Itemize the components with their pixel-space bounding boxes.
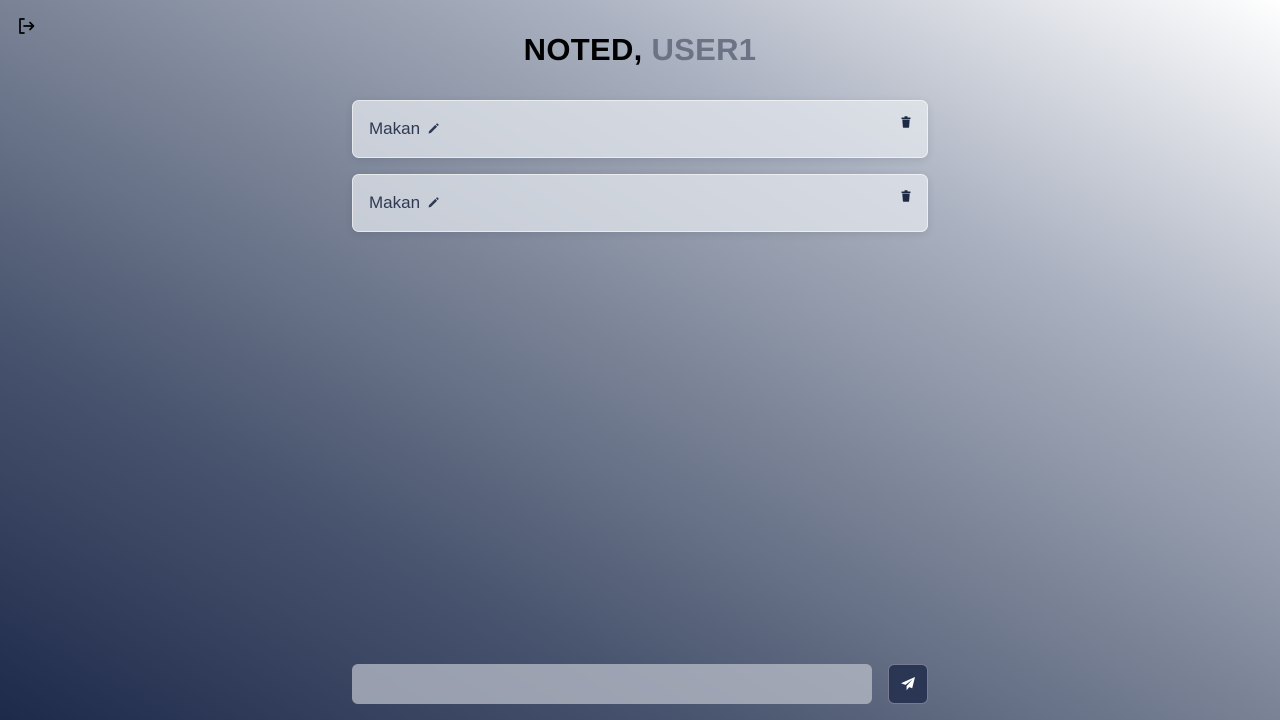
note-item: Makan <box>352 100 928 158</box>
send-button[interactable] <box>888 664 928 704</box>
note-input[interactable] <box>352 664 872 704</box>
trash-icon[interactable] <box>901 190 911 202</box>
note-text: Makan <box>369 193 421 212</box>
trash-icon[interactable] <box>901 116 911 128</box>
note-composer <box>352 664 928 704</box>
paper-plane-icon <box>901 677 915 691</box>
brand-text: NOTED, <box>523 32 643 67</box>
page-title: NOTED, USER1 <box>0 32 1280 68</box>
pencil-icon[interactable] <box>427 197 439 209</box>
pencil-icon[interactable] <box>427 123 439 135</box>
notes-list: Makan Makan <box>352 100 928 248</box>
note-text: Makan <box>369 119 421 138</box>
note-item: Makan <box>352 174 928 232</box>
username-text: USER1 <box>651 32 757 67</box>
